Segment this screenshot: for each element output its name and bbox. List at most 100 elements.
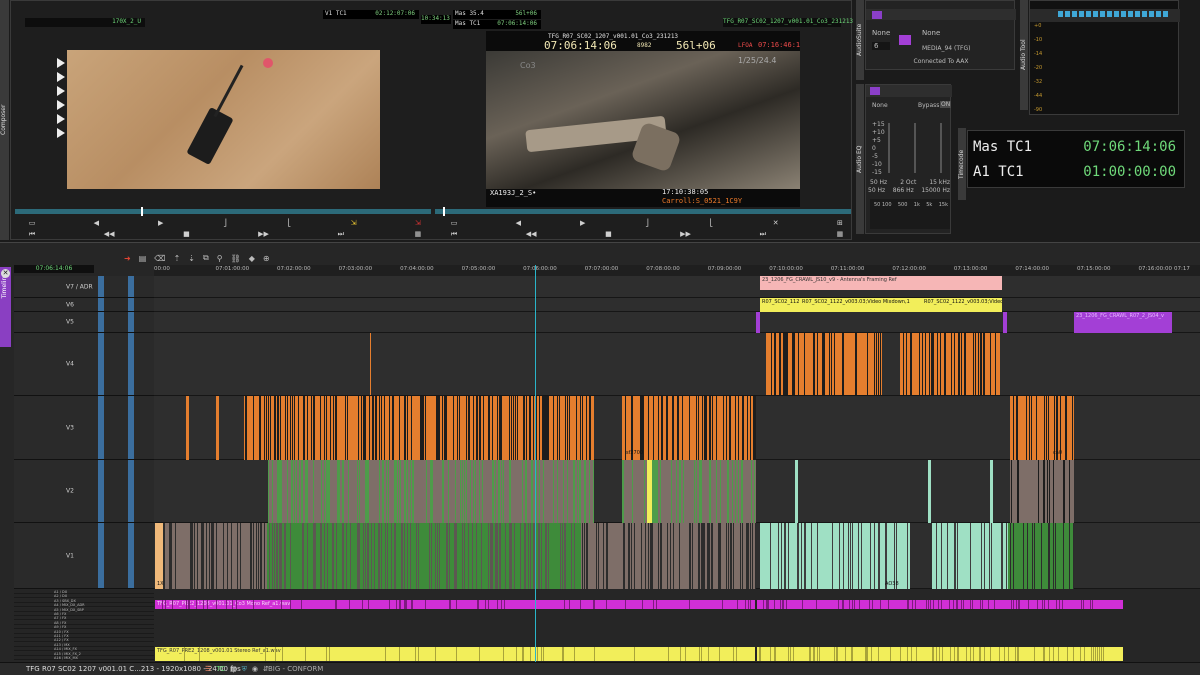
rec-go-end-button[interactable]: ⏭ [756,230,770,239]
v1-clip-group[interactable] [163,523,267,589]
red-arrow-icon[interactable]: ➜ [124,254,131,263]
mark-in2-button[interactable]: ⎣ [282,219,296,228]
v6-clip-c[interactable]: R07_SC02_1122_v003.03;Video [922,298,1002,312]
lift-icon[interactable]: ⇡ [174,254,181,263]
audiosuite-media[interactable]: MEDIA_94 (TFG) [922,45,970,52]
audio-track-header[interactable]: A3 / SBX_DX [14,598,154,603]
rec-mark-out-button[interactable]: ⎦ [640,219,654,228]
audio-track-header[interactable]: A9 / FX [14,625,154,630]
track-header[interactable]: V1 [14,523,154,589]
shield-icon[interactable]: ⛨ [242,665,247,674]
audio-track-header[interactable]: A11 / FX [14,634,154,638]
v1-clip-group[interactable] [267,523,581,589]
track-monitor-icon[interactable] [128,396,134,459]
mark-out-button[interactable]: ⎦ [218,219,232,228]
audio-track-header[interactable]: A4 / MIX_DX_ADR [14,603,154,608]
sync-lock-icon[interactable] [98,523,104,588]
fast-menu-icon[interactable]: ☰ [205,665,211,674]
step-back-button[interactable]: ◀ [89,219,103,228]
track-header[interactable]: V4 [14,333,154,396]
sync-lock-icon[interactable] [98,333,104,395]
rec-lift-button[interactable]: ✕ [769,219,783,228]
eq-slider-2[interactable] [914,123,916,173]
composer-tab[interactable]: Composer [0,0,9,240]
sync-lock-icon[interactable] [98,298,104,311]
stop-button[interactable]: ■ [179,230,193,239]
audio-track-header[interactable]: A16 / MIX_MX [14,656,154,660]
extract-icon[interactable]: ⇣ [188,254,195,263]
audio-clip-magenta[interactable] [757,600,1123,609]
rec-extract-button[interactable]: ⊞ [833,219,847,228]
record-viewer[interactable]: TFG_R07_SC02_1207_v001.01_Co3_231213 07:… [486,31,800,207]
audio-clip-yellow[interactable]: TFG_R07_PRE2_1208_v001.01 Stereo Ref_a1.… [155,647,755,661]
eq-freq[interactable]: 2 Oct [900,179,916,186]
go-start-button[interactable]: ⏮ [25,230,39,239]
audio-track-header[interactable]: A5 / MIX_DX_SBP [14,607,154,612]
v2-clip-group[interactable] [622,460,756,523]
audio-track-header[interactable]: A15 / MIX_FX_2 [14,651,154,656]
record-position-bar[interactable] [435,209,851,214]
audiosuite-none1[interactable]: None [872,29,890,37]
track-monitor-icon[interactable] [128,523,134,588]
rec-play-button[interactable]: ▶ [576,219,590,228]
rec-mark-in-button[interactable]: ⎣ [704,219,718,228]
v5-clip-a[interactable] [756,312,760,333]
v5-clip-c[interactable]: 23_1206_FG_CRAWL_R07_2_JS04_v [1074,312,1172,333]
track-header[interactable]: V3 [14,396,154,460]
v3-thin-clip[interactable] [186,396,189,460]
audio-track-header[interactable]: A12 / FX [14,638,154,643]
timeline-ruler[interactable]: 00:00 07:01:00:00 07:02:00:00 07:03:00:00 07… [154,265,1200,276]
source-viewer[interactable] [67,50,380,189]
audio-track-header[interactable]: A2 / DX [14,594,154,599]
v1-clip-group[interactable] [1008,523,1074,589]
v2-mint-clip[interactable] [990,460,993,523]
v3-label[interactable]: sf2700 [624,449,654,457]
eq-slider-3[interactable] [940,123,942,173]
eq-on[interactable]: ON [940,101,952,108]
v2-mint-clip[interactable] [928,460,931,523]
play-button[interactable]: ▶ [154,219,168,228]
eq-freq[interactable]: 15 kHz [929,179,950,186]
mark-in-button[interactable]: ▭ [25,219,39,228]
audio-track-header[interactable]: A8 / FX [14,620,154,625]
track-monitor-icon[interactable] [128,460,134,522]
segment-icon[interactable]: ▤ [139,254,147,263]
sync-lock-icon[interactable] [98,276,104,297]
rec-grid-button[interactable]: ▦ [833,230,847,239]
track-header[interactable]: V7 / ADR [14,276,154,298]
plugin-icon[interactable] [872,11,882,19]
rec-mark-button[interactable]: ▭ [447,219,461,228]
sync-lock-icon[interactable] [98,312,104,332]
ffwd-button[interactable]: ▶▶ [257,230,271,239]
v3-label[interactable]: ca0 [1051,449,1065,457]
speaker-icon[interactable]: ◉ [252,665,258,674]
v3-clip-group[interactable] [244,396,340,460]
timecode-tab[interactable]: Timecode [958,128,966,200]
v5-clip-b[interactable] [1003,312,1007,333]
current-tc-box[interactable]: 07:06:14:06 [14,265,94,273]
rec-step-back-button[interactable]: ◀ [511,219,525,228]
v3-clip-group[interactable] [340,396,594,460]
v4-clip-group[interactable] [766,333,882,395]
source-clip-name[interactable]: 170X_2_U [25,18,145,27]
track-monitor-icon[interactable] [128,276,134,297]
audiosuite-none2[interactable]: None [922,29,940,37]
go-end-button[interactable]: ⏭ [334,230,348,239]
splice-button[interactable]: ⇲ [347,219,361,228]
trim-icon[interactable]: ⧉ [203,253,209,263]
bin-name[interactable]: BIG - CONFORM [268,665,323,673]
ref-clip[interactable]: 23_1206_FG_CRAWL_JS10_v9 - Antenna's Fra… [760,276,1002,290]
v1-label[interactable]: 1X [155,580,167,588]
eq-freq[interactable]: 50 Hz [870,179,887,186]
playhead[interactable] [535,265,536,665]
track-header[interactable]: V5 [14,312,154,333]
track-lane[interactable] [154,312,1200,333]
v1-clip-group[interactable] [581,523,756,589]
track-lane[interactable] [154,333,1200,396]
audio-track-header[interactable]: A14 / MIX_FX [14,647,154,652]
track-monitor-icon[interactable] [128,298,134,311]
audiosuite-channel[interactable]: 6 [872,42,890,50]
audio-track-header[interactable]: A7 / FX [14,616,154,621]
sync-lock-icon[interactable] [98,396,104,459]
link-icon[interactable]: ⛓ [231,254,241,263]
